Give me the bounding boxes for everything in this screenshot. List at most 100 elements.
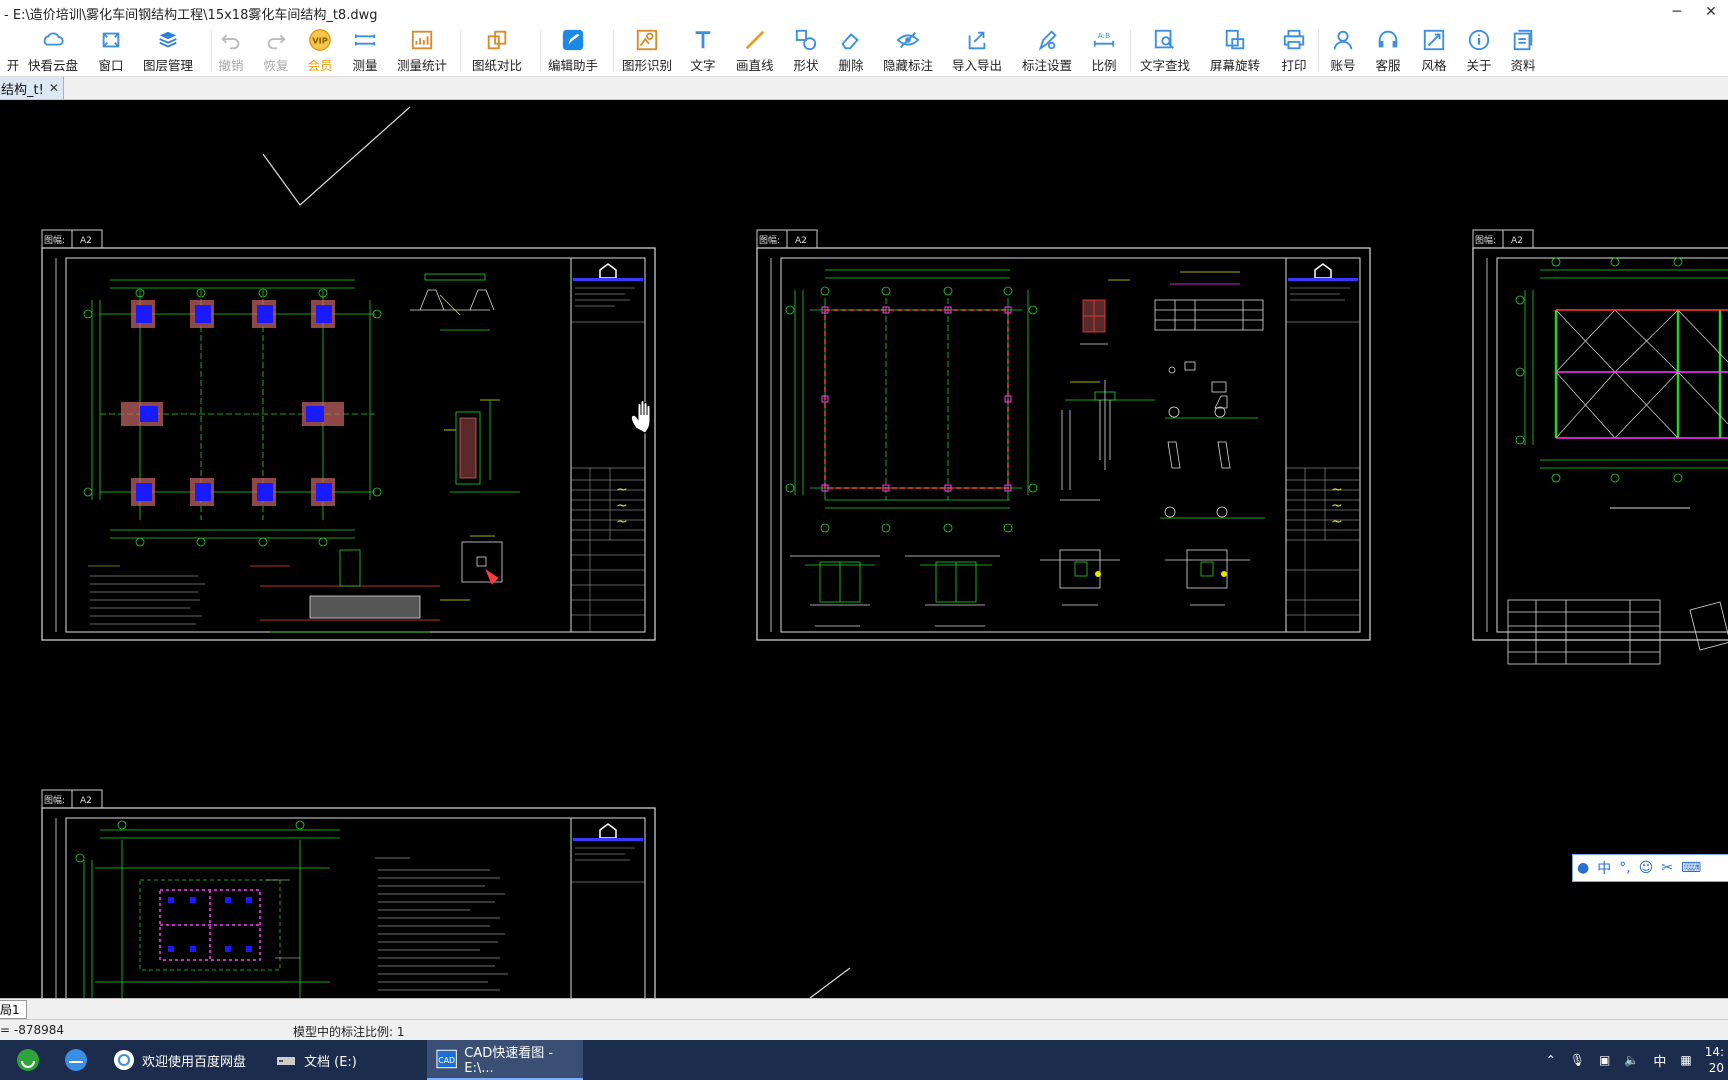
docs-icon [1513, 29, 1533, 51]
style-icon [1423, 29, 1445, 51]
toolbar-button-import-export[interactable]: 导入导出 [952, 26, 1002, 74]
toolbar-button-docs[interactable]: 资料 [1510, 26, 1536, 74]
toolbar-button-line[interactable]: 画直线 [736, 26, 774, 74]
sheet-4: 图幅: A2 [41, 789, 656, 998]
toolbar-button-annotation-settings[interactable]: 标注设置 [1022, 26, 1072, 74]
toolbar-button-support[interactable]: 客服 [1375, 26, 1401, 74]
toolbar-button-layers[interactable]: 图层管理 [143, 26, 193, 74]
toolbar-button-undo[interactable]: 撤销 [218, 26, 244, 74]
network-icon[interactable]: ▣ [1599, 1053, 1610, 1067]
start-button[interactable] [8, 1040, 48, 1080]
minimize-button[interactable]: ─ [1660, 0, 1694, 24]
toolbar-separator [1318, 30, 1319, 72]
svg-text:A2: A2 [1511, 236, 1523, 246]
ime-punctuation[interactable]: °, [1619, 860, 1630, 876]
print-icon [1283, 29, 1305, 50]
headset-icon [1378, 30, 1398, 48]
toolbar-separator [613, 30, 614, 72]
tray-input-language[interactable]: 中 [1653, 1051, 1666, 1070]
toolbar-button-shapes[interactable]: 形状 [793, 26, 819, 74]
ime-emoji-icon[interactable]: ☺ [1639, 860, 1654, 876]
microphone-icon[interactable]: 🎙 [1570, 1053, 1585, 1067]
close-button[interactable]: ✕ [1694, 0, 1728, 24]
toolbar-button-style[interactable]: 风格 [1421, 26, 1447, 74]
toolbar-button-about[interactable]: 关于 [1466, 26, 1492, 74]
toolbar-button-measure[interactable]: 测量 [352, 26, 378, 74]
ime-logo-icon: ● [1577, 860, 1590, 876]
toolbar-button-cloud[interactable]: 快看云盘 [28, 26, 78, 74]
toolbar-button-text-search[interactable]: 文字查找 [1140, 26, 1190, 74]
document-tab[interactable]: 结构_t! ✕ [0, 77, 64, 99]
layout-tab[interactable]: 局1 [0, 1000, 27, 1019]
rotate-screen-icon [1225, 29, 1245, 50]
scale-icon: A:B [1093, 31, 1115, 47]
cloud-icon [43, 32, 64, 46]
vip-icon: VIP [309, 29, 331, 51]
svg-text:~: ~ [616, 498, 628, 514]
toolbar-button-hide-annotation[interactable]: 隐藏标注 [883, 26, 933, 74]
tray-app-icon[interactable]: ▦ [1680, 1053, 1691, 1067]
toolbar-separator [211, 30, 212, 72]
edit-assistant-icon [562, 29, 584, 51]
window-title: - E:\造价培训\雾化车间钢结构工程\15x18雾化车间结构_t8.dwg [4, 8, 378, 23]
cad-viewer-icon: CAD [436, 1049, 457, 1069]
annotation-settings-icon [1038, 30, 1057, 51]
taskbar-browser[interactable] [56, 1040, 96, 1080]
eraser-icon [841, 33, 859, 50]
toolbar-button-edit-assistant[interactable]: 编辑助手 [548, 26, 598, 74]
drive-icon [277, 1057, 295, 1065]
svg-text:VIP: VIP [312, 36, 328, 46]
svg-text:~: ~ [1331, 482, 1343, 498]
ime-keyboard-icon[interactable]: ⌨ [1681, 860, 1701, 876]
ime-toolbar[interactable]: ● 中 °, ☺ ✂ ⌨ [1572, 854, 1728, 882]
svg-text:~: ~ [616, 482, 628, 498]
svg-text:图幅:: 图幅: [44, 234, 65, 246]
svg-text:A2: A2 [795, 236, 807, 246]
tray-expand-icon[interactable]: ⌃ [1546, 1053, 1556, 1067]
toolbar-button-print[interactable]: 打印 [1281, 26, 1307, 74]
sheet-2: 图幅: A2 ~~~ [756, 229, 1371, 641]
toolbar-button-scale[interactable]: A:B 比例 [1091, 26, 1117, 74]
svg-text:~: ~ [1331, 514, 1343, 530]
ime-lang[interactable]: 中 [1597, 858, 1611, 878]
svg-text:~: ~ [616, 514, 628, 530]
hide-annotation-icon [896, 31, 920, 49]
toolbar-button-redo[interactable]: 恢复 [263, 26, 289, 74]
tab-close-icon[interactable]: ✕ [49, 81, 59, 95]
sheet-3: 图幅: A2 [1472, 229, 1728, 665]
drawing-canvas[interactable]: 图幅: A2 ~ ~ ~ 图幅: A2 ~ ~ ~ 图幅: A2 图幅: A2 … [0, 100, 1728, 998]
toolbar-button-vip[interactable]: VIP 会员 [307, 26, 333, 74]
toolbar-button-shape-recognition[interactable]: 图形识别 [622, 26, 672, 74]
document-tab-bar: 结构_t! ✕ [0, 77, 1728, 100]
toolbar-button-delete[interactable]: 删除 [838, 26, 864, 74]
svg-text:A2: A2 [80, 236, 92, 246]
open-icon [0, 28, 26, 52]
toolbar-button-open[interactable]: 开 [0, 26, 26, 74]
volume-icon[interactable]: 🔈 [1624, 1053, 1639, 1067]
clock-date: 20 [1708, 1061, 1724, 1075]
text-icon [695, 31, 711, 49]
clock[interactable]: 14: 20 [1705, 1044, 1724, 1076]
hand-cursor-icon [630, 400, 651, 434]
taskbar-item-label: 欢迎使用百度网盘 [142, 1054, 247, 1070]
toolbar-button-text[interactable]: 文字 [690, 26, 716, 74]
taskbar-item-documents[interactable]: 文档 (E:) [266, 1040, 422, 1080]
info-icon [1468, 29, 1490, 51]
status-bar: = -878984 模型中的标注比例: 1 [0, 1019, 1728, 1041]
account-icon [1333, 30, 1353, 50]
toolbar-button-compare[interactable]: 图纸对比 [472, 26, 522, 74]
toolbar-button-rotate-screen[interactable]: 屏幕旋转 [1210, 26, 1260, 74]
toolbar-button-account[interactable]: 账号 [1330, 26, 1356, 74]
svg-text:A2: A2 [80, 796, 92, 806]
tab-label: 结构_t! [1, 82, 44, 98]
ime-tools-icon[interactable]: ✂ [1661, 860, 1673, 876]
taskbar-item-baidu-netdisk[interactable]: 欢迎使用百度网盘 [104, 1040, 262, 1080]
toolbar-button-window[interactable]: 窗口 [98, 26, 124, 74]
window-controls: ─ ✕ [1660, 0, 1728, 24]
footing [131, 300, 155, 328]
browser-icon [65, 1049, 87, 1071]
taskbar-item-cad-viewer[interactable]: CAD CAD快速看图 - E:\... [427, 1040, 583, 1080]
main-toolbar: 开 快看云盘 窗口 图层管理 撤销 恢复 VIP 会员 测量 测量统计 图纸对比… [0, 24, 1728, 77]
toolbar-button-measure-stats[interactable]: 测量统计 [397, 26, 447, 74]
compare-icon [487, 30, 507, 50]
